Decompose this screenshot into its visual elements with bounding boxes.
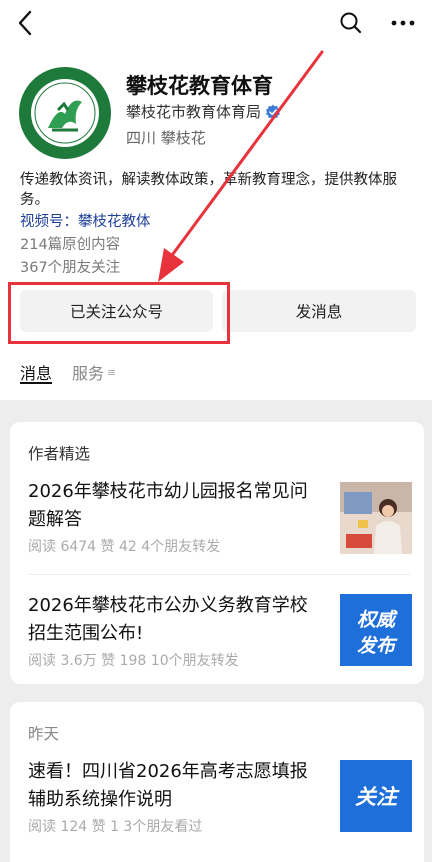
org-name: 攀枝花市教育体育局 xyxy=(126,103,262,121)
article-meta: 阅读 124 赞 1 3个朋友看过 xyxy=(28,819,203,835)
video-channel-link[interactable]: 视频号：攀枝花教体 xyxy=(20,210,151,231)
divider xyxy=(28,574,410,575)
article-title: 速看！四川省2026年高考志愿填报辅助系统操作说明 xyxy=(28,761,308,810)
account-name: 攀枝花教育体育 xyxy=(126,74,273,98)
article-item[interactable]: 2026年攀枝花市幼儿园报名常见问题解答 阅读 6474 赞 42 4个朋友转发 xyxy=(28,478,412,555)
region: 四川 攀枝花 xyxy=(126,129,206,147)
tab-messages[interactable]: 消息 xyxy=(20,360,52,384)
thumb-text-1: 权威 xyxy=(357,609,398,631)
article-thumbnail xyxy=(340,482,412,554)
article-title: 2026年攀枝花市幼儿园报名常见问题解答 xyxy=(28,481,308,530)
tab-underline xyxy=(20,382,52,384)
highlight-box xyxy=(8,282,230,344)
friends-following[interactable]: 367个朋友关注 xyxy=(20,256,120,277)
featured-card: 作者精选 2026年攀枝花市幼儿园报名常见问题解答 阅读 6474 赞 42 4… xyxy=(10,422,424,684)
tab-services[interactable]: 服务 ≡ xyxy=(72,360,116,384)
top-bar xyxy=(0,0,432,46)
featured-label: 作者精选 xyxy=(28,445,91,463)
account-logo xyxy=(19,67,111,159)
search-icon[interactable] xyxy=(338,10,364,36)
article-meta: 阅读 6474 赞 42 4个朋友转发 xyxy=(28,539,221,555)
more-icon[interactable] xyxy=(390,12,416,34)
menu-icon: ≡ xyxy=(107,365,117,379)
thumb-text: 关注 xyxy=(355,785,400,809)
tab-bar: 消息 服务 ≡ xyxy=(20,360,136,384)
article-thumbnail: 权威 发布 xyxy=(340,594,412,666)
article-item[interactable]: 速看！四川省2026年高考志愿填报辅助系统操作说明 阅读 124 赞 1 3个朋… xyxy=(28,758,412,835)
article-item[interactable]: 2026年攀枝花市公办义务教育学校招生范围公布! 阅读 3.6万 赞 198 1… xyxy=(28,592,412,669)
yesterday-card: 昨天 速看！四川省2026年高考志愿填报辅助系统操作说明 阅读 124 赞 1 … xyxy=(10,702,424,862)
article-title: 2026年攀枝花市公办义务教育学校招生范围公布! xyxy=(28,595,308,644)
tab-services-label: 服务 xyxy=(72,364,105,383)
verified-icon xyxy=(266,104,281,119)
account-description: 传递教体资讯，解读教体政策，革新教育理念，提供教体服务。 xyxy=(20,172,397,208)
org-row[interactable]: 攀枝花市教育体育局 xyxy=(126,101,281,122)
original-count[interactable]: 214篇原创内容 xyxy=(20,233,120,254)
article-thumbnail: 关注 xyxy=(340,760,412,832)
back-icon[interactable] xyxy=(14,9,38,37)
thumb-text-2: 发布 xyxy=(357,635,398,657)
yesterday-label: 昨天 xyxy=(28,725,60,743)
account-header: 攀枝花教育体育 攀枝花市教育体育局 四川 攀枝花 传递教体资讯，解读教体政策，革… xyxy=(0,46,432,400)
article-meta: 阅读 3.6万 赞 198 10个朋友转发 xyxy=(28,653,239,669)
send-message-button[interactable]: 发消息 xyxy=(222,290,416,332)
